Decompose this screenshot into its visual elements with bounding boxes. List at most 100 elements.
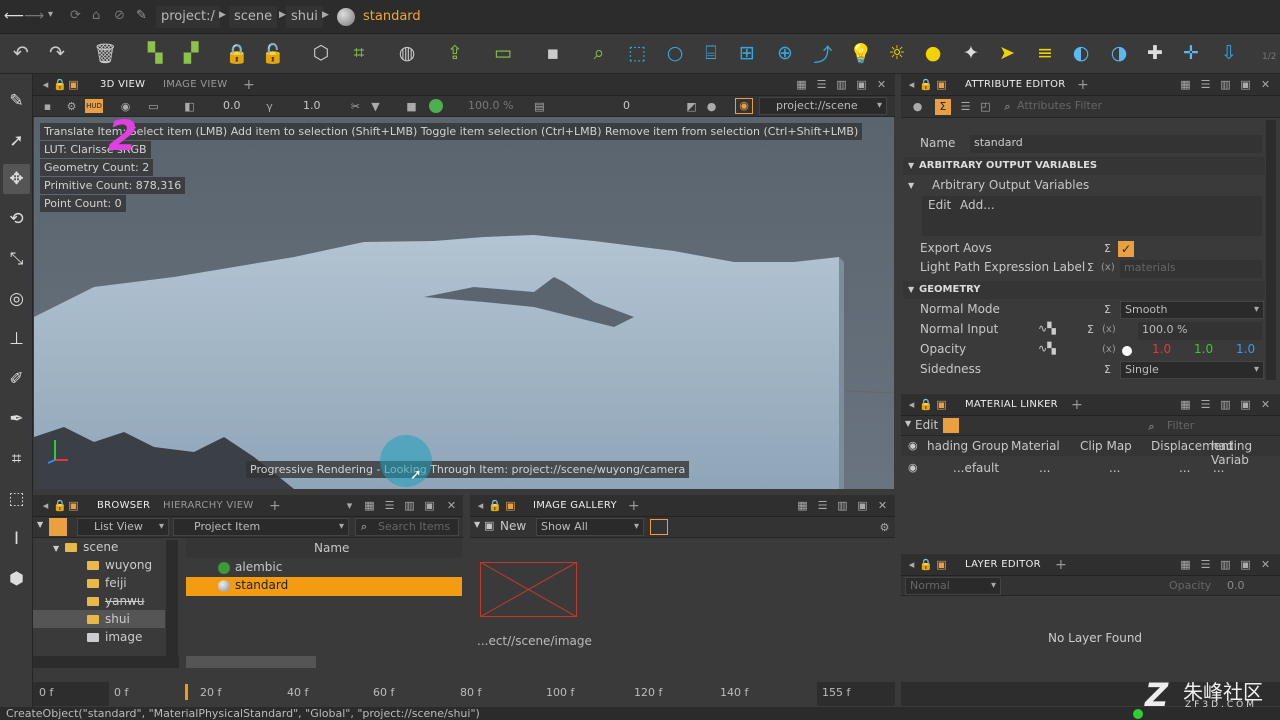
normal-mode-select[interactable]: Smooth — [1120, 301, 1264, 319]
close-icon[interactable]: ✕ — [1259, 398, 1272, 411]
hud-icon[interactable]: HUD — [85, 99, 103, 113]
stamp-icon[interactable]: ⊥ — [3, 324, 30, 354]
move-icon[interactable]: ⬚ — [3, 484, 30, 514]
hex-icon[interactable]: ⬢ — [3, 564, 30, 594]
maximize-icon[interactable]: ▣ — [1239, 398, 1252, 411]
chat-icon[interactable]: ▭ — [488, 38, 518, 68]
redo-icon[interactable]: ↷ — [42, 38, 72, 68]
add-tab-icon[interactable]: + — [1077, 74, 1089, 96]
tree-scrollbar[interactable] — [166, 540, 178, 666]
list-icon[interactable]: ☰ — [959, 100, 972, 113]
layout-cols-icon[interactable]: ▥ — [835, 78, 848, 91]
aov-add-button[interactable]: Add... — [960, 198, 995, 212]
search-icon[interactable]: ⌕ — [584, 38, 614, 68]
close-icon[interactable]: ✕ — [1259, 558, 1272, 571]
chevron-down-icon[interactable]: ▼ — [474, 520, 480, 529]
breadcrumb-project[interactable]: project:/ — [156, 6, 220, 28]
exposure-value[interactable]: 0.0 — [223, 99, 241, 112]
translate-icon[interactable]: ✥ — [3, 164, 30, 194]
close-icon[interactable]: ✕ — [875, 78, 888, 91]
panel-menu-icon[interactable]: ▣ — [67, 499, 80, 512]
tree-item-feiji[interactable]: feiji — [87, 574, 127, 592]
search-icon[interactable]: ⌕ — [1145, 420, 1158, 433]
layout-grid-icon[interactable]: ▦ — [796, 499, 809, 512]
normal-input-value[interactable]: 100.0 % — [1138, 322, 1262, 340]
collapse-icon[interactable]: ◂ — [905, 398, 918, 411]
layout-rows-icon[interactable]: ☰ — [1199, 398, 1212, 411]
linker-mode-icon[interactable] — [943, 418, 959, 433]
item-row-standard[interactable]: standard — [186, 577, 462, 596]
tree-item-yanwu[interactable]: yanwu — [87, 592, 144, 610]
disable-icon[interactable]: ⊘ — [114, 8, 125, 23]
search-icon[interactable]: ⌕ — [1001, 100, 1014, 113]
search-items-input[interactable]: Search Items — [355, 518, 459, 536]
tab-material-linker[interactable]: MATERIAL LINKER — [965, 394, 1058, 416]
brush-icon[interactable]: ✐ — [3, 364, 30, 394]
panel-menu-icon[interactable]: ▣ — [504, 499, 517, 512]
close-icon[interactable]: ✕ — [1259, 78, 1272, 91]
tree-item-wuyong[interactable]: wuyong — [87, 556, 152, 574]
curve-icon[interactable]: ∿▚ — [1038, 322, 1056, 335]
collapse-icon[interactable]: ◂ — [39, 78, 52, 91]
layer-opacity-value[interactable]: 0.0 — [1227, 579, 1245, 592]
linker-row[interactable]: ◉ ...efault ... ... ... ... — [901, 458, 1280, 478]
layout-rows-icon[interactable]: ☰ — [383, 499, 396, 512]
pin-icon[interactable]: 🔒 — [53, 499, 67, 512]
breadcrumb-item[interactable]: standard — [358, 6, 426, 28]
layout-rows-icon[interactable]: ☰ — [1199, 78, 1212, 91]
panel-menu-icon[interactable]: ▣ — [67, 78, 80, 91]
text-icon[interactable]: I — [3, 524, 30, 554]
shading-icon[interactable]: ● — [705, 100, 718, 113]
area-light-icon[interactable]: ≡ — [1030, 38, 1060, 68]
collapse-icon[interactable]: ◂ — [39, 499, 52, 512]
timeline-end[interactable]: 155 f — [822, 686, 850, 699]
lock-icon[interactable]: 🔒 — [222, 38, 252, 68]
comment-icon[interactable]: ● — [911, 100, 924, 113]
aov-group-label[interactable]: Arbitrary Output Variables — [932, 178, 1089, 192]
gamma-icon[interactable]: γ — [263, 100, 276, 113]
light-path-input[interactable]: materials — [1120, 260, 1262, 278]
collapse-icon[interactable]: ◂ — [905, 558, 918, 571]
panel-menu-icon[interactable]: ▣ — [935, 558, 948, 571]
tab-browser[interactable]: BROWSER — [97, 495, 150, 517]
layout-rows-icon[interactable]: ☰ — [816, 499, 829, 512]
attributes-filter-input[interactable]: Attributes Filter — [1017, 99, 1102, 112]
gamma-value[interactable]: 1.0 — [303, 99, 321, 112]
opacity-b[interactable]: 1.0 — [1236, 342, 1255, 356]
unlock-icon[interactable]: 🔓 — [258, 38, 288, 68]
tab-3d-view[interactable]: 3D VIEW — [100, 74, 145, 96]
export-aovs-checkbox[interactable]: ✓ — [1118, 241, 1134, 257]
linker-edit-button[interactable]: Edit — [915, 418, 938, 432]
linker-cell[interactable]: ... — [1039, 461, 1050, 475]
tree-item-image[interactable]: image — [87, 628, 142, 646]
close-icon[interactable]: ✕ — [876, 499, 889, 512]
column-shading-group[interactable]: hading Group — [927, 439, 1008, 453]
paint-icon[interactable]: ✎ — [3, 86, 30, 116]
aspect-icon[interactable]: ▤ — [533, 100, 546, 113]
monitor-icon[interactable]: ▭ — [147, 100, 160, 113]
chevron-down-icon[interactable]: ▼ — [37, 520, 43, 529]
scale-icon[interactable]: ⤡ — [3, 244, 30, 274]
opacity-r[interactable]: 1.0 — [1152, 342, 1171, 356]
dropdown-icon[interactable]: ▾ — [343, 499, 356, 512]
attribute-scrollbar[interactable] — [1266, 120, 1276, 380]
pin-icon[interactable]: 🔒 — [919, 398, 933, 411]
refresh-icon[interactable]: ⟳ — [70, 8, 81, 23]
layout-grid-icon[interactable]: ▦ — [1179, 558, 1192, 571]
tree-hscrollbar[interactable] — [33, 656, 179, 668]
save-icon[interactable]: ▪ — [41, 100, 54, 113]
tree-item-shui[interactable]: shui — [33, 610, 165, 628]
tools-icon[interactable]: ✂ — [349, 100, 362, 113]
layout-grid-icon[interactable]: ▦ — [1179, 78, 1192, 91]
panel-menu-icon[interactable]: ▣ — [935, 78, 948, 91]
playhead[interactable] — [185, 684, 188, 700]
eye-icon[interactable]: ◉ — [735, 98, 753, 114]
network-icon[interactable]: ▪ — [538, 38, 568, 68]
layout-grid-icon[interactable]: ▦ — [1179, 398, 1192, 411]
curve-icon[interactable]: ∿▚ — [1038, 342, 1056, 355]
pin-icon[interactable]: 🔒 — [53, 78, 67, 91]
name-field[interactable]: standard — [970, 135, 1262, 153]
render-toggle-icon[interactable] — [429, 99, 443, 113]
expression-icon[interactable]: (x) — [1101, 262, 1115, 273]
history-dropdown-icon[interactable]: ▾ — [48, 9, 53, 20]
